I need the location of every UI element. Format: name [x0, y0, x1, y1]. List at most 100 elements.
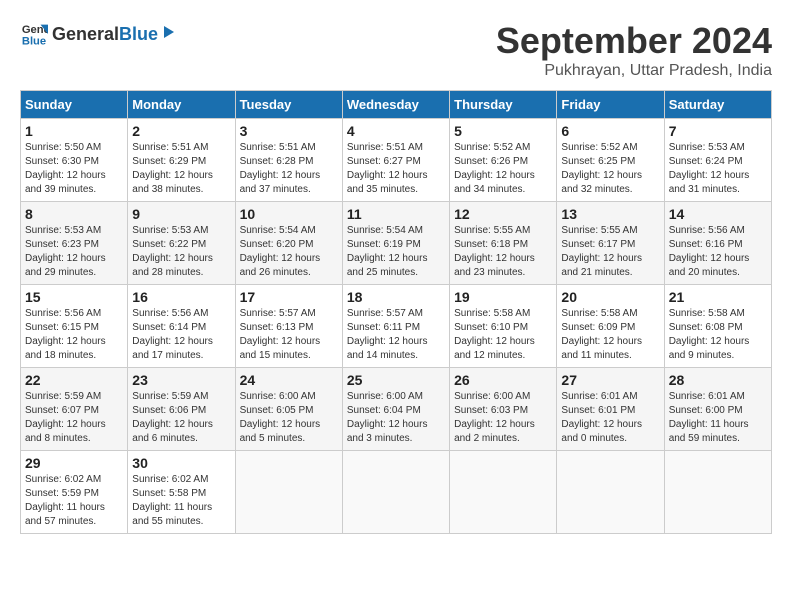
- weekday-header-tuesday: Tuesday: [235, 91, 342, 119]
- day-number: 5: [454, 123, 552, 139]
- calendar-cell: 12 Sunrise: 5:55 AM Sunset: 6:18 PM Dayl…: [450, 202, 557, 285]
- day-number: 11: [347, 206, 445, 222]
- day-number: 20: [561, 289, 659, 305]
- day-info: Sunrise: 5:57 AM Sunset: 6:11 PM Dayligh…: [347, 307, 445, 363]
- day-info: Sunrise: 5:55 AM Sunset: 6:18 PM Dayligh…: [454, 224, 552, 280]
- day-info: Sunrise: 6:00 AM Sunset: 6:03 PM Dayligh…: [454, 390, 552, 446]
- day-number: 26: [454, 372, 552, 388]
- calendar-cell: 16 Sunrise: 5:56 AM Sunset: 6:14 PM Dayl…: [128, 285, 235, 368]
- day-info: Sunrise: 5:52 AM Sunset: 6:25 PM Dayligh…: [561, 141, 659, 197]
- calendar-week-row: 22 Sunrise: 5:59 AM Sunset: 6:07 PM Dayl…: [21, 368, 772, 451]
- day-number: 3: [240, 123, 338, 139]
- calendar-cell: 2 Sunrise: 5:51 AM Sunset: 6:29 PM Dayli…: [128, 119, 235, 202]
- month-title: September 2024: [496, 20, 772, 62]
- weekday-header-wednesday: Wednesday: [342, 91, 449, 119]
- calendar-cell: 20 Sunrise: 5:58 AM Sunset: 6:09 PM Dayl…: [557, 285, 664, 368]
- calendar-cell: 23 Sunrise: 5:59 AM Sunset: 6:06 PM Dayl…: [128, 368, 235, 451]
- day-info: Sunrise: 5:56 AM Sunset: 6:15 PM Dayligh…: [25, 307, 123, 363]
- calendar-cell: 5 Sunrise: 5:52 AM Sunset: 6:26 PM Dayli…: [450, 119, 557, 202]
- calendar-week-row: 1 Sunrise: 5:50 AM Sunset: 6:30 PM Dayli…: [21, 119, 772, 202]
- day-info: Sunrise: 5:58 AM Sunset: 6:10 PM Dayligh…: [454, 307, 552, 363]
- day-info: Sunrise: 5:51 AM Sunset: 6:29 PM Dayligh…: [132, 141, 230, 197]
- svg-text:Blue: Blue: [22, 35, 46, 47]
- weekday-header-monday: Monday: [128, 91, 235, 119]
- day-info: Sunrise: 6:02 AM Sunset: 5:59 PM Dayligh…: [25, 473, 123, 529]
- day-number: 7: [669, 123, 767, 139]
- calendar-cell: [664, 451, 771, 534]
- location-subtitle: Pukhrayan, Uttar Pradesh, India: [496, 62, 772, 80]
- calendar-cell: [557, 451, 664, 534]
- day-number: 30: [132, 455, 230, 471]
- day-info: Sunrise: 6:01 AM Sunset: 6:00 PM Dayligh…: [669, 390, 767, 446]
- logo-icon: General Blue: [20, 20, 48, 48]
- day-number: 21: [669, 289, 767, 305]
- calendar-cell: 1 Sunrise: 5:50 AM Sunset: 6:30 PM Dayli…: [21, 119, 128, 202]
- day-number: 1: [25, 123, 123, 139]
- day-info: Sunrise: 5:53 AM Sunset: 6:23 PM Dayligh…: [25, 224, 123, 280]
- calendar-week-row: 8 Sunrise: 5:53 AM Sunset: 6:23 PM Dayli…: [21, 202, 772, 285]
- calendar-cell: 24 Sunrise: 6:00 AM Sunset: 6:05 PM Dayl…: [235, 368, 342, 451]
- calendar-cell: 22 Sunrise: 5:59 AM Sunset: 6:07 PM Dayl…: [21, 368, 128, 451]
- calendar-header-row: SundayMondayTuesdayWednesdayThursdayFrid…: [21, 91, 772, 119]
- calendar-cell: 7 Sunrise: 5:53 AM Sunset: 6:24 PM Dayli…: [664, 119, 771, 202]
- day-info: Sunrise: 5:53 AM Sunset: 6:24 PM Dayligh…: [669, 141, 767, 197]
- day-info: Sunrise: 6:00 AM Sunset: 6:04 PM Dayligh…: [347, 390, 445, 446]
- calendar-cell: 13 Sunrise: 5:55 AM Sunset: 6:17 PM Dayl…: [557, 202, 664, 285]
- logo: General Blue General Blue: [20, 20, 176, 48]
- day-number: 9: [132, 206, 230, 222]
- calendar-cell: 15 Sunrise: 5:56 AM Sunset: 6:15 PM Dayl…: [21, 285, 128, 368]
- day-number: 4: [347, 123, 445, 139]
- calendar-cell: 26 Sunrise: 6:00 AM Sunset: 6:03 PM Dayl…: [450, 368, 557, 451]
- calendar-cell: 21 Sunrise: 5:58 AM Sunset: 6:08 PM Dayl…: [664, 285, 771, 368]
- day-number: 25: [347, 372, 445, 388]
- logo-blue-text: Blue: [119, 24, 158, 45]
- calendar-cell: 19 Sunrise: 5:58 AM Sunset: 6:10 PM Dayl…: [450, 285, 557, 368]
- calendar-cell: 18 Sunrise: 5:57 AM Sunset: 6:11 PM Dayl…: [342, 285, 449, 368]
- page-header: General Blue General Blue September 2024…: [20, 20, 772, 80]
- day-info: Sunrise: 5:59 AM Sunset: 6:07 PM Dayligh…: [25, 390, 123, 446]
- calendar-cell: 10 Sunrise: 5:54 AM Sunset: 6:20 PM Dayl…: [235, 202, 342, 285]
- day-info: Sunrise: 5:54 AM Sunset: 6:20 PM Dayligh…: [240, 224, 338, 280]
- calendar-cell: 29 Sunrise: 6:02 AM Sunset: 5:59 PM Dayl…: [21, 451, 128, 534]
- calendar-week-row: 29 Sunrise: 6:02 AM Sunset: 5:59 PM Dayl…: [21, 451, 772, 534]
- logo-arrow-icon: [160, 24, 176, 40]
- day-number: 6: [561, 123, 659, 139]
- day-number: 28: [669, 372, 767, 388]
- calendar-cell: 8 Sunrise: 5:53 AM Sunset: 6:23 PM Dayli…: [21, 202, 128, 285]
- calendar-cell: 6 Sunrise: 5:52 AM Sunset: 6:25 PM Dayli…: [557, 119, 664, 202]
- day-info: Sunrise: 5:51 AM Sunset: 6:28 PM Dayligh…: [240, 141, 338, 197]
- calendar-cell: 25 Sunrise: 6:00 AM Sunset: 6:04 PM Dayl…: [342, 368, 449, 451]
- day-info: Sunrise: 5:56 AM Sunset: 6:16 PM Dayligh…: [669, 224, 767, 280]
- weekday-header-saturday: Saturday: [664, 91, 771, 119]
- day-info: Sunrise: 5:53 AM Sunset: 6:22 PM Dayligh…: [132, 224, 230, 280]
- day-number: 23: [132, 372, 230, 388]
- day-info: Sunrise: 6:00 AM Sunset: 6:05 PM Dayligh…: [240, 390, 338, 446]
- calendar-cell: 4 Sunrise: 5:51 AM Sunset: 6:27 PM Dayli…: [342, 119, 449, 202]
- calendar-cell: 9 Sunrise: 5:53 AM Sunset: 6:22 PM Dayli…: [128, 202, 235, 285]
- calendar-cell: 28 Sunrise: 6:01 AM Sunset: 6:00 PM Dayl…: [664, 368, 771, 451]
- day-number: 16: [132, 289, 230, 305]
- day-info: Sunrise: 5:59 AM Sunset: 6:06 PM Dayligh…: [132, 390, 230, 446]
- day-number: 22: [25, 372, 123, 388]
- day-info: Sunrise: 5:58 AM Sunset: 6:08 PM Dayligh…: [669, 307, 767, 363]
- day-number: 2: [132, 123, 230, 139]
- day-info: Sunrise: 5:54 AM Sunset: 6:19 PM Dayligh…: [347, 224, 445, 280]
- day-number: 13: [561, 206, 659, 222]
- day-number: 12: [454, 206, 552, 222]
- weekday-header-friday: Friday: [557, 91, 664, 119]
- day-info: Sunrise: 5:52 AM Sunset: 6:26 PM Dayligh…: [454, 141, 552, 197]
- day-number: 8: [25, 206, 123, 222]
- calendar-cell: 14 Sunrise: 5:56 AM Sunset: 6:16 PM Dayl…: [664, 202, 771, 285]
- day-number: 17: [240, 289, 338, 305]
- day-info: Sunrise: 5:57 AM Sunset: 6:13 PM Dayligh…: [240, 307, 338, 363]
- calendar-cell: 17 Sunrise: 5:57 AM Sunset: 6:13 PM Dayl…: [235, 285, 342, 368]
- weekday-header-sunday: Sunday: [21, 91, 128, 119]
- day-info: Sunrise: 6:01 AM Sunset: 6:01 PM Dayligh…: [561, 390, 659, 446]
- day-number: 19: [454, 289, 552, 305]
- day-info: Sunrise: 5:51 AM Sunset: 6:27 PM Dayligh…: [347, 141, 445, 197]
- logo-general-text: General: [52, 24, 119, 45]
- day-number: 15: [25, 289, 123, 305]
- day-info: Sunrise: 5:55 AM Sunset: 6:17 PM Dayligh…: [561, 224, 659, 280]
- day-number: 18: [347, 289, 445, 305]
- day-number: 14: [669, 206, 767, 222]
